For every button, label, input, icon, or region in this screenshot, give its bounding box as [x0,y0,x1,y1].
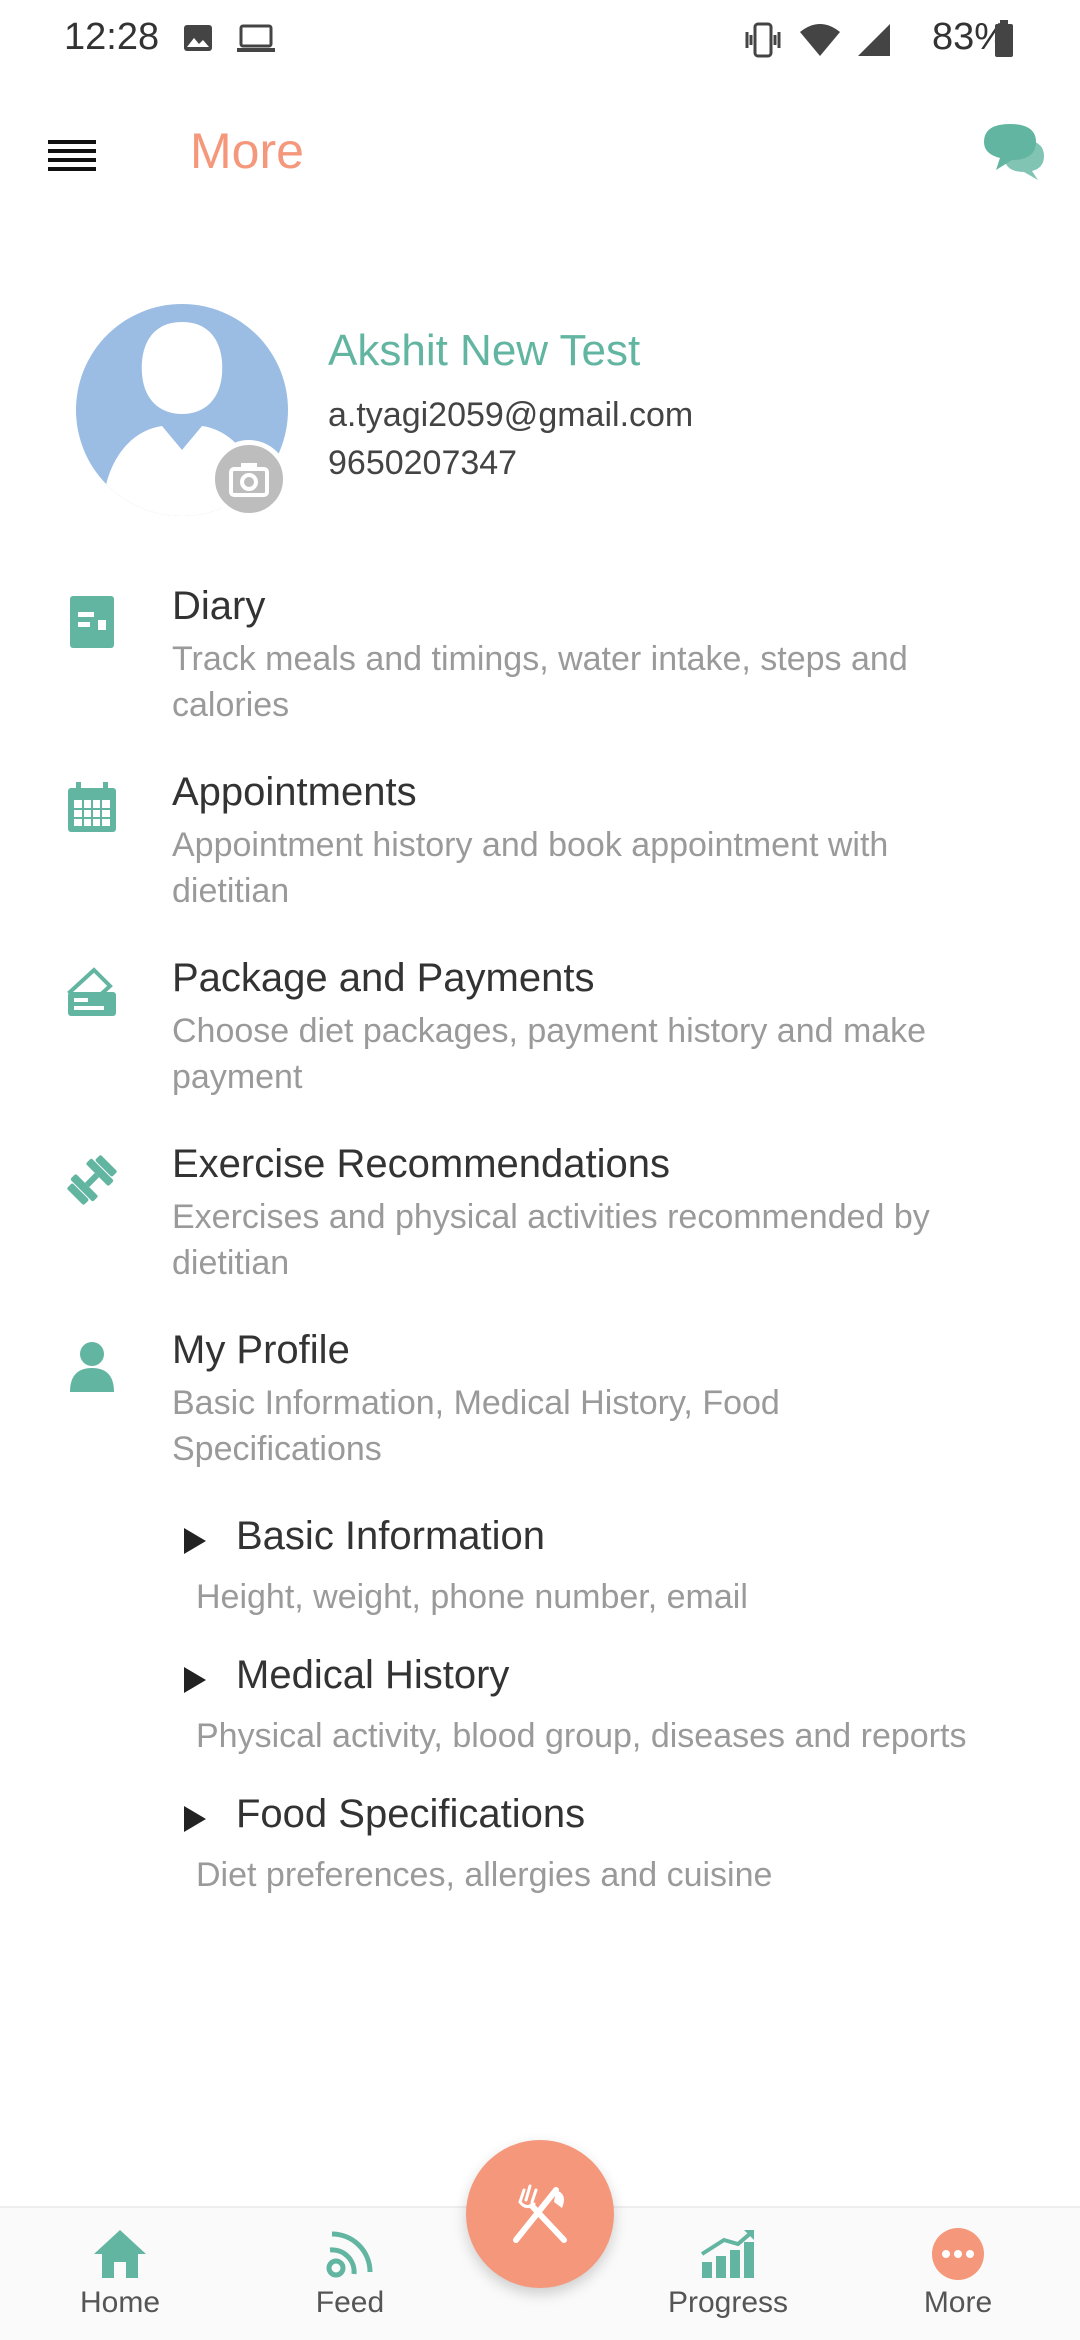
status-time: 12:28 [64,16,160,58]
app-bar: More [0,100,1080,210]
laptop-icon [236,22,276,59]
menu-item-desc: Exercises and physical activities recomm… [172,1198,930,1282]
sub-item-desc: Diet preferences, allergies and cuisine [196,1856,773,1894]
image-icon [182,22,214,59]
diary-icon [64,594,120,650]
page-title: More [190,123,304,179]
menu-item-my-profile[interactable]: My Profile Basic Information, Medical Hi… [0,1328,1080,1478]
dumbbell-icon [64,1152,120,1208]
more-icon [878,2228,1038,2280]
nav-label: Progress [667,2286,789,2319]
menu-item-title: Appointments [172,770,417,814]
menu-item-title: Exercise Recommendations [172,1142,670,1186]
expand-arrow-icon [184,1806,206,1832]
person-icon [64,1338,120,1394]
status-bar: 12:28 83% [0,0,1080,80]
menu-item-title: Diary [172,584,266,628]
profile-phone: 9650207347 [328,444,518,482]
sub-item-basic-information[interactable]: Basic Information Height, weight, phone … [0,1514,1080,1634]
vibrate-icon [744,22,782,63]
menu-item-desc: Choose diet packages, payment history an… [172,1012,927,1096]
menu-item-package-payments[interactable]: Package and Payments Choose diet package… [0,956,1080,1106]
feed-icon [270,2228,430,2280]
payment-icon [64,966,120,1022]
sub-item-title: Basic Information [236,1514,546,1558]
menu-item-appointments[interactable]: Appointments Appointment history and boo… [0,770,1080,920]
nav-progress[interactable]: Progress [648,2228,808,2338]
menu-item-desc: Basic Information, Medical History, Food… [172,1384,780,1468]
profile-name: Akshit New Test [328,326,641,375]
progress-icon [648,2228,808,2280]
signal-icon [856,22,892,63]
camera-icon[interactable] [210,440,288,518]
calendar-icon [64,780,120,836]
expand-arrow-icon [184,1667,206,1693]
hamburger-menu-icon[interactable] [48,132,98,182]
home-icon [40,2228,200,2280]
menu-item-exercise[interactable]: Exercise Recommendations Exercises and p… [0,1142,1080,1292]
profile-email: a.tyagi2059@gmail.com [328,396,694,434]
nav-label: Feed [315,2286,385,2319]
menu-item-desc: Appointment history and book appointment… [172,826,889,910]
nav-feed[interactable]: Feed [270,2228,430,2338]
menu-item-desc: Track meals and timings, water intake, s… [172,640,908,724]
sub-item-medical-history[interactable]: Medical History Physical activity, blood… [0,1653,1080,1773]
nav-more[interactable]: More [878,2228,1038,2338]
nav-label: More [923,2286,993,2319]
sub-item-food-specifications[interactable]: Food Specifications Diet preferences, al… [0,1792,1080,1912]
expand-arrow-icon [184,1528,206,1554]
sub-item-title: Medical History [236,1653,510,1697]
chat-bubbles-icon[interactable] [982,122,1048,182]
nav-label: Home [79,2286,161,2319]
sub-item-desc: Physical activity, blood group, diseases… [196,1717,967,1755]
battery-icon [994,20,1014,63]
menu-item-title: Package and Payments [172,956,595,1000]
sub-item-desc: Height, weight, phone number, email [196,1578,748,1616]
sub-item-title: Food Specifications [236,1792,586,1836]
nav-home[interactable]: Home [40,2228,200,2338]
wifi-icon [798,22,842,63]
add-meal-fab[interactable] [466,2140,614,2288]
menu-item-diary[interactable]: Diary Track meals and timings, water int… [0,584,1080,734]
menu-item-title: My Profile [172,1328,350,1372]
